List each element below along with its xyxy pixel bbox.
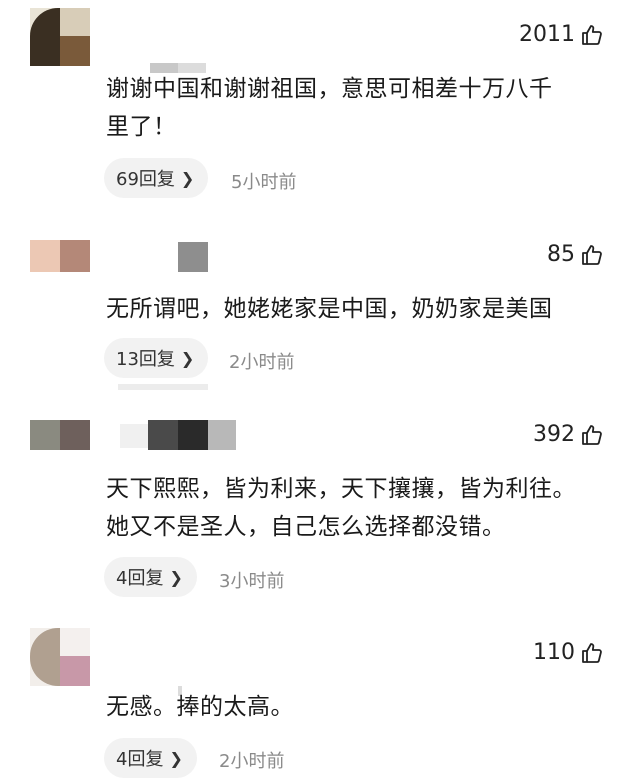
chevron-right-icon: ❯ (169, 567, 183, 587)
like-count[interactable]: 2011 (519, 22, 604, 47)
comment-text: 无感。捧的太高。 (106, 688, 606, 726)
comment-text: 天下熙熙，皆为利来，天下攘攘，皆为利往。 她又不是圣人，自己怎么选择都没错。 (106, 470, 626, 546)
timestamp: 5小时前 (231, 172, 297, 193)
like-count[interactable]: 85 (547, 242, 604, 267)
comment-text: 谢谢中国和谢谢祖国，意思可相差十万八千 里了！ (106, 70, 606, 146)
comment-text-line: 她又不是圣人，自己怎么选择都没错。 (106, 514, 506, 540)
like-count-value: 2011 (519, 22, 575, 47)
comment-text-line: 天下熙熙，皆为利来，天下攘攘，皆为利往。 (106, 476, 576, 502)
thumbs-up-icon[interactable] (580, 243, 604, 267)
like-count-value: 85 (547, 242, 575, 267)
replies-count: 4回复 (116, 568, 164, 589)
chevron-right-icon: ❯ (180, 168, 195, 188)
chevron-right-icon: ❯ (169, 748, 183, 768)
avatar[interactable] (30, 420, 90, 450)
replies-button[interactable]: 4回复 ❯ (104, 557, 197, 597)
avatar[interactable] (30, 240, 90, 272)
thumbs-up-icon[interactable] (580, 23, 604, 47)
like-count[interactable]: 110 (533, 640, 604, 665)
chevron-right-icon: ❯ (180, 348, 195, 368)
like-count-value: 392 (533, 422, 575, 447)
replies-count: 69回复 (116, 169, 175, 190)
thumbs-up-icon[interactable] (580, 423, 604, 447)
replies-button[interactable]: 69回复 ❯ (104, 158, 209, 198)
comment-text-line: 无所谓吧，她姥姥家是中国，奶奶家是美国 (106, 296, 553, 322)
comment-text-line: 里了！ (106, 114, 177, 140)
like-count-value: 110 (533, 640, 575, 665)
avatar[interactable] (30, 628, 90, 686)
timestamp: 2小时前 (219, 751, 285, 772)
replies-count: 4回复 (116, 749, 164, 770)
timestamp: 2小时前 (229, 352, 295, 373)
comment-text-line: 谢谢中国和谢谢祖国，意思可相差十万八千 (106, 76, 553, 102)
replies-button[interactable]: 4回复 ❯ (104, 738, 197, 778)
replies-button[interactable]: 13回复 ❯ (104, 338, 209, 378)
comment-text: 无所谓吧，她姥姥家是中国，奶奶家是美国 (106, 290, 606, 328)
timestamp: 3小时前 (219, 571, 285, 592)
thumbs-up-icon[interactable] (580, 641, 604, 665)
comment-text-line: 无感。捧的太高。 (106, 694, 294, 720)
replies-count: 13回复 (116, 349, 175, 370)
avatar[interactable] (30, 8, 90, 66)
like-count[interactable]: 392 (533, 422, 604, 447)
